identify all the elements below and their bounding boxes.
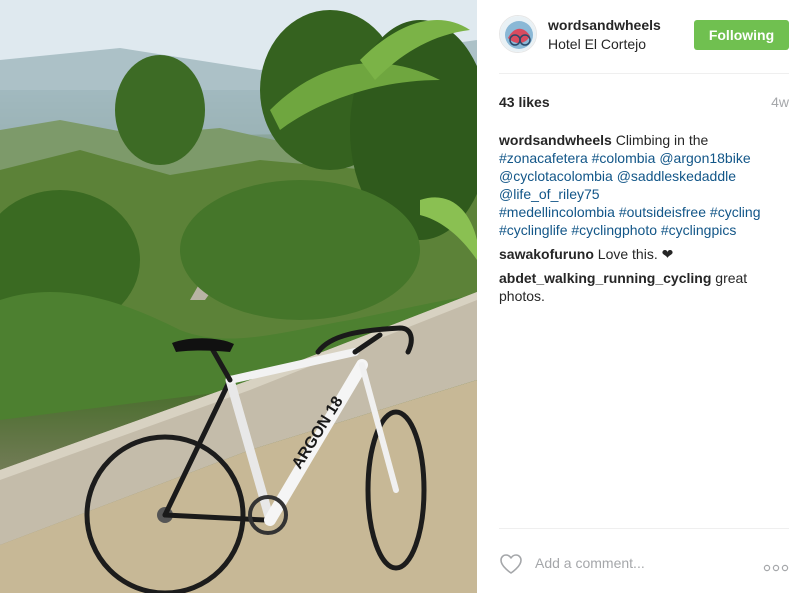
post-author-username[interactable]: wordsandwheels: [548, 17, 661, 33]
likes-count[interactable]: 43 likes: [499, 94, 550, 110]
comment-item: sawakofuruno Love this. ❤: [499, 245, 789, 263]
caption-text: Climbing in the: [615, 132, 709, 148]
post-location[interactable]: Hotel El Cortejo: [548, 36, 646, 52]
avatar[interactable]: [499, 15, 537, 53]
photo-scene: ARGON 18: [0, 0, 477, 593]
hashtag-link[interactable]: #zonacafetera: [499, 150, 588, 166]
post-actions: [499, 528, 789, 593]
hashtag-link[interactable]: #outsideisfree: [619, 204, 706, 220]
mention-link[interactable]: @saddleskedaddle: [617, 168, 736, 184]
comment-text: Love this. ❤: [597, 246, 674, 262]
following-button[interactable]: Following: [694, 20, 789, 50]
mention-link[interactable]: @life_of_riley75: [499, 186, 600, 202]
more-options-icon[interactable]: [763, 559, 789, 572]
mention-link[interactable]: @argon18bike: [659, 150, 750, 166]
comment-list: wordsandwheels Climbing in the #zonacafe…: [499, 131, 789, 311]
post-timestamp[interactable]: 4w: [771, 94, 789, 110]
likes-row: 43 likes 4w: [499, 94, 789, 112]
comment-username[interactable]: abdet_walking_running_cycling: [499, 270, 711, 286]
mention-link[interactable]: @cyclotacolombia: [499, 168, 613, 184]
post-photo[interactable]: ARGON 18: [0, 0, 477, 593]
caption-username[interactable]: wordsandwheels: [499, 132, 612, 148]
post-sidebar: wordsandwheels Hotel El Cortejo Followin…: [477, 0, 807, 593]
caption: wordsandwheels Climbing in the #zonacafe…: [499, 131, 789, 239]
comment-item: abdet_walking_running_cycling great phot…: [499, 269, 789, 305]
post-header: wordsandwheels Hotel El Cortejo Followin…: [499, 14, 789, 74]
hashtag-link[interactable]: #cyclingphoto: [571, 222, 657, 238]
comment-username[interactable]: sawakofuruno: [499, 246, 594, 262]
heart-icon[interactable]: [499, 553, 523, 575]
hashtag-link[interactable]: #cyclinglife: [499, 222, 567, 238]
hashtag-link[interactable]: #cyclingpics: [661, 222, 736, 238]
hashtag-link[interactable]: #colombia: [592, 150, 656, 166]
hashtag-link[interactable]: #medellincolombia: [499, 204, 615, 220]
hashtag-link[interactable]: #cycling: [710, 204, 761, 220]
add-comment-input[interactable]: [535, 553, 755, 573]
